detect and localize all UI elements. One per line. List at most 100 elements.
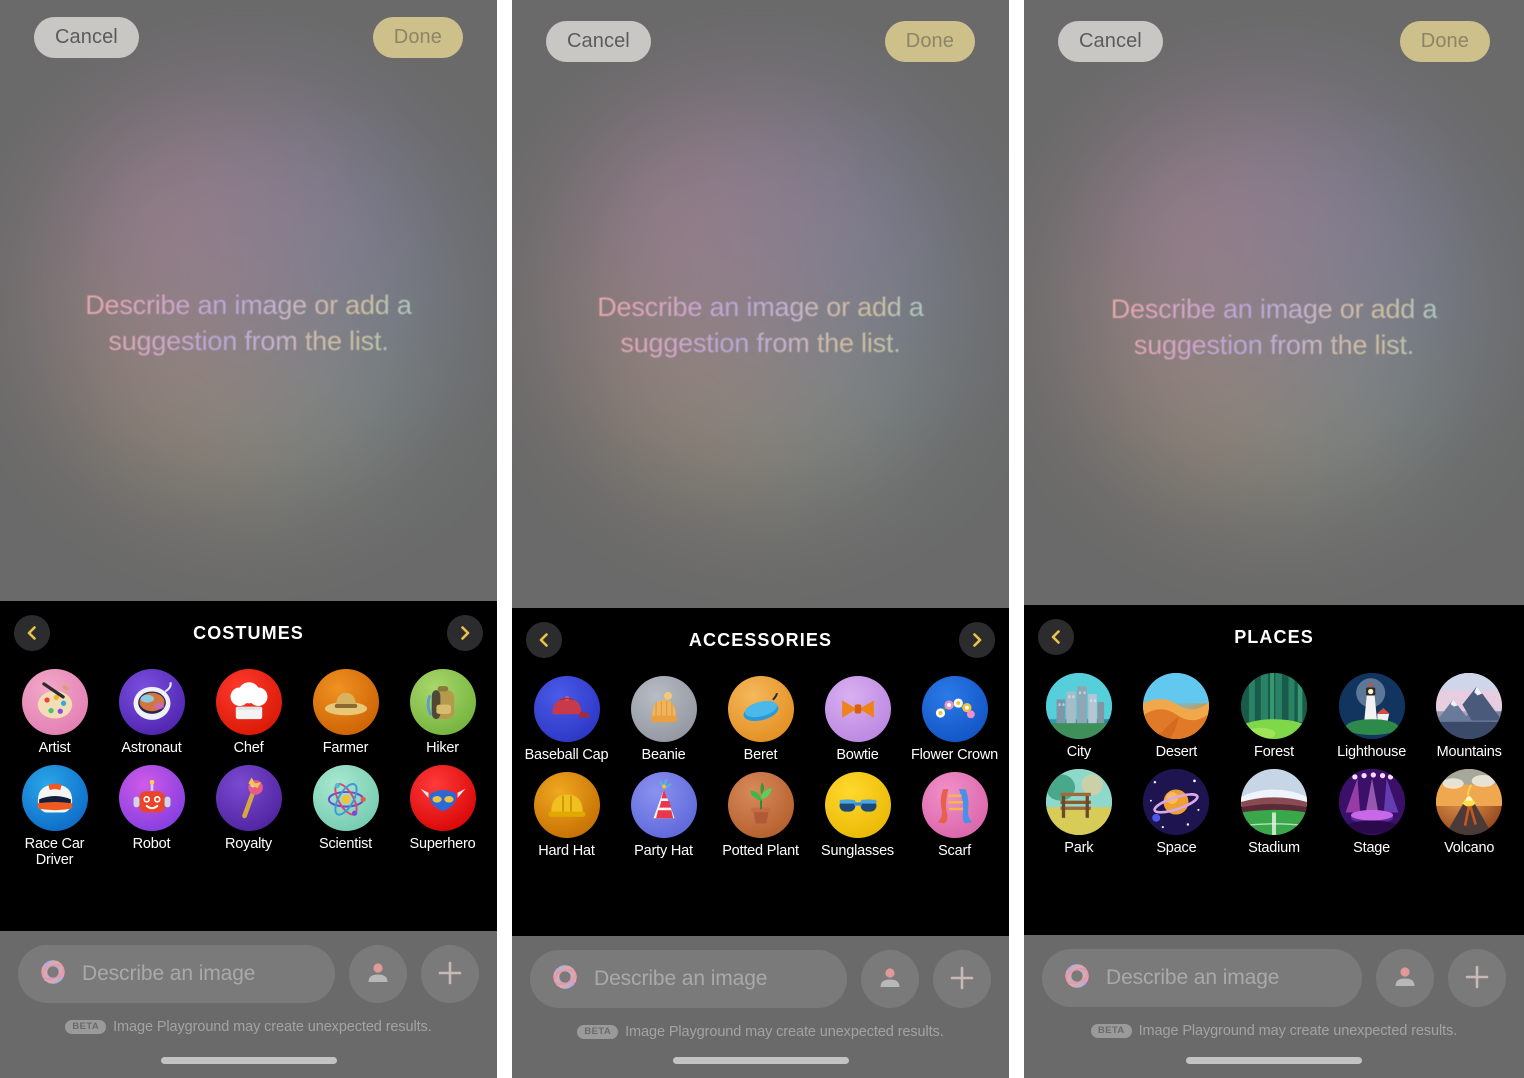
desert-dune-icon[interactable] bbox=[1143, 673, 1210, 739]
suggestion-item-label: Flower Crown bbox=[910, 747, 999, 763]
describe-image-input[interactable]: Describe an image bbox=[18, 945, 335, 1003]
previous-category-button[interactable] bbox=[14, 615, 50, 651]
done-button[interactable]: Done bbox=[1399, 20, 1490, 62]
previous-category-button[interactable] bbox=[1038, 619, 1074, 655]
suggestion-item-farmer[interactable]: Farmer bbox=[297, 669, 394, 757]
suggestion-item-potted-plant[interactable]: Potted Plant bbox=[712, 771, 809, 860]
category-title: ACCESSORIES bbox=[688, 629, 833, 650]
suggestion-item-party-hat[interactable]: Party Hat bbox=[615, 771, 712, 860]
mountains-icon[interactable] bbox=[1436, 673, 1503, 739]
category-title: COSTUMES bbox=[193, 622, 304, 643]
stage-lights-icon[interactable] bbox=[1338, 768, 1405, 835]
add-content-button[interactable] bbox=[933, 950, 991, 1008]
lighthouse-icon[interactable] bbox=[1338, 673, 1405, 739]
category-title: PLACES bbox=[1234, 626, 1314, 647]
add-content-button[interactable] bbox=[421, 945, 479, 1003]
add-person-button[interactable] bbox=[1376, 949, 1434, 1007]
describe-image-input[interactable]: Describe an image bbox=[1042, 949, 1362, 1007]
chef-hat-icon[interactable] bbox=[215, 669, 282, 735]
suggestion-item-superhero[interactable]: Superhero bbox=[394, 764, 491, 869]
suggestion-item-hiker[interactable]: Hiker bbox=[394, 669, 491, 757]
baseball-cap-icon[interactable] bbox=[533, 676, 600, 742]
flower-crown-icon[interactable] bbox=[921, 676, 988, 742]
suggestion-item-robot[interactable]: Robot bbox=[103, 764, 200, 869]
describe-image-input[interactable]: Describe an image bbox=[530, 950, 847, 1008]
home-indicator[interactable] bbox=[1186, 1057, 1362, 1064]
home-indicator[interactable] bbox=[160, 1057, 337, 1064]
suggestion-panel-costumes: COSTUMES Artist Astronaut Chef Farmer Hiker Ra… bbox=[0, 601, 497, 931]
cancel-button[interactable]: Cancel bbox=[1058, 20, 1163, 62]
home-indicator[interactable] bbox=[672, 1057, 849, 1064]
volcano-icon[interactable] bbox=[1436, 768, 1503, 835]
suggestion-item-lighthouse[interactable]: Lighthouse bbox=[1323, 673, 1421, 761]
suggestion-item-scientist[interactable]: Scientist bbox=[297, 764, 394, 869]
atom-icon[interactable] bbox=[312, 764, 379, 831]
hard-hat-icon[interactable] bbox=[533, 771, 600, 838]
add-person-button[interactable] bbox=[861, 950, 919, 1008]
potted-plant-icon[interactable] bbox=[727, 771, 794, 838]
next-category-button[interactable] bbox=[447, 615, 483, 651]
suggestion-item-chef[interactable]: Chef bbox=[200, 669, 297, 757]
suggestion-item-park[interactable]: Park bbox=[1030, 768, 1128, 857]
robot-icon[interactable] bbox=[118, 764, 185, 831]
forest-icon[interactable] bbox=[1240, 673, 1307, 739]
composer-row: Describe an image bbox=[0, 931, 497, 1003]
scarf-icon[interactable] bbox=[921, 771, 988, 838]
suggestion-item-scarf[interactable]: Scarf bbox=[906, 771, 1003, 860]
cancel-button[interactable]: Cancel bbox=[34, 16, 139, 58]
suggestion-item-stage[interactable]: Stage bbox=[1323, 768, 1421, 857]
top-bar: Cancel Done bbox=[1024, 4, 1524, 78]
suggestion-item-race-car-driver[interactable]: Race Car Driver bbox=[6, 764, 103, 869]
farmer-hat-icon[interactable] bbox=[312, 669, 379, 735]
stadium-icon[interactable] bbox=[1240, 768, 1307, 835]
suggestion-item-forest[interactable]: Forest bbox=[1225, 673, 1323, 761]
beret-icon[interactable] bbox=[727, 676, 794, 742]
suggestion-item-space[interactable]: Space bbox=[1128, 768, 1226, 857]
astronaut-helmet-icon[interactable] bbox=[118, 669, 185, 735]
palette-icon[interactable] bbox=[21, 669, 88, 735]
suggestion-item-beanie[interactable]: Beanie bbox=[615, 676, 712, 764]
planet-icon[interactable] bbox=[1143, 768, 1210, 835]
suggestion-item-label: Scientist bbox=[319, 835, 372, 852]
suggestion-item-bowtie[interactable]: Bowtie bbox=[809, 676, 906, 764]
scepter-icon[interactable] bbox=[215, 764, 282, 831]
suggestion-item-sunglasses[interactable]: Sunglasses bbox=[809, 771, 906, 860]
previous-category-button[interactable] bbox=[526, 622, 562, 658]
done-button[interactable]: Done bbox=[884, 20, 975, 62]
suggestion-item-hard-hat[interactable]: Hard Hat bbox=[518, 771, 615, 860]
suggestion-item-stadium[interactable]: Stadium bbox=[1225, 768, 1323, 857]
sunglasses-icon[interactable] bbox=[824, 771, 891, 838]
add-content-button[interactable] bbox=[1448, 949, 1506, 1007]
suggestion-item-label: Park bbox=[1064, 839, 1094, 856]
suggestion-item-royalty[interactable]: Royalty bbox=[200, 764, 297, 869]
beanie-icon[interactable] bbox=[630, 676, 697, 742]
suggestion-item-beret[interactable]: Beret bbox=[712, 676, 809, 764]
suggestion-item-mountains[interactable]: Mountains bbox=[1420, 673, 1518, 761]
backpack-icon[interactable] bbox=[409, 669, 476, 735]
racing-helmet-icon[interactable] bbox=[21, 764, 88, 831]
park-bench-icon[interactable] bbox=[1045, 768, 1112, 835]
bowtie-icon[interactable] bbox=[824, 676, 891, 742]
hero-line-2: suggestion from the list. bbox=[620, 327, 901, 358]
next-category-button[interactable] bbox=[959, 622, 995, 658]
suggestion-item-label: Stadium bbox=[1248, 839, 1300, 856]
cancel-button[interactable]: Cancel bbox=[546, 20, 651, 62]
city-skyline-icon[interactable] bbox=[1045, 673, 1112, 739]
suggestion-item-desert[interactable]: Desert bbox=[1128, 673, 1226, 761]
suggestion-item-label: Robot bbox=[132, 835, 171, 852]
suggestion-item-flower-crown[interactable]: Flower Crown bbox=[906, 676, 1003, 764]
party-hat-icon[interactable] bbox=[630, 771, 697, 838]
suggestion-item-astronaut[interactable]: Astronaut bbox=[103, 669, 200, 757]
image-playground-icon bbox=[548, 960, 582, 999]
suggestion-item-baseball-cap[interactable]: Baseball Cap bbox=[518, 676, 615, 764]
superhero-mask-icon[interactable] bbox=[409, 764, 476, 831]
suggestion-item-city[interactable]: City bbox=[1030, 673, 1128, 761]
add-person-button[interactable] bbox=[349, 945, 407, 1003]
suggestion-item-label: Beret bbox=[743, 747, 778, 763]
done-button[interactable]: Done bbox=[372, 16, 463, 58]
suggestion-item-volcano[interactable]: Volcano bbox=[1420, 768, 1518, 857]
suggestion-item-label: Party Hat bbox=[634, 842, 693, 859]
suggestion-item-label: Baseball Cap bbox=[524, 747, 609, 763]
disclaimer-row: BETA Image Playground may create unexpect… bbox=[512, 1024, 1009, 1040]
suggestion-item-artist[interactable]: Artist bbox=[6, 669, 103, 757]
